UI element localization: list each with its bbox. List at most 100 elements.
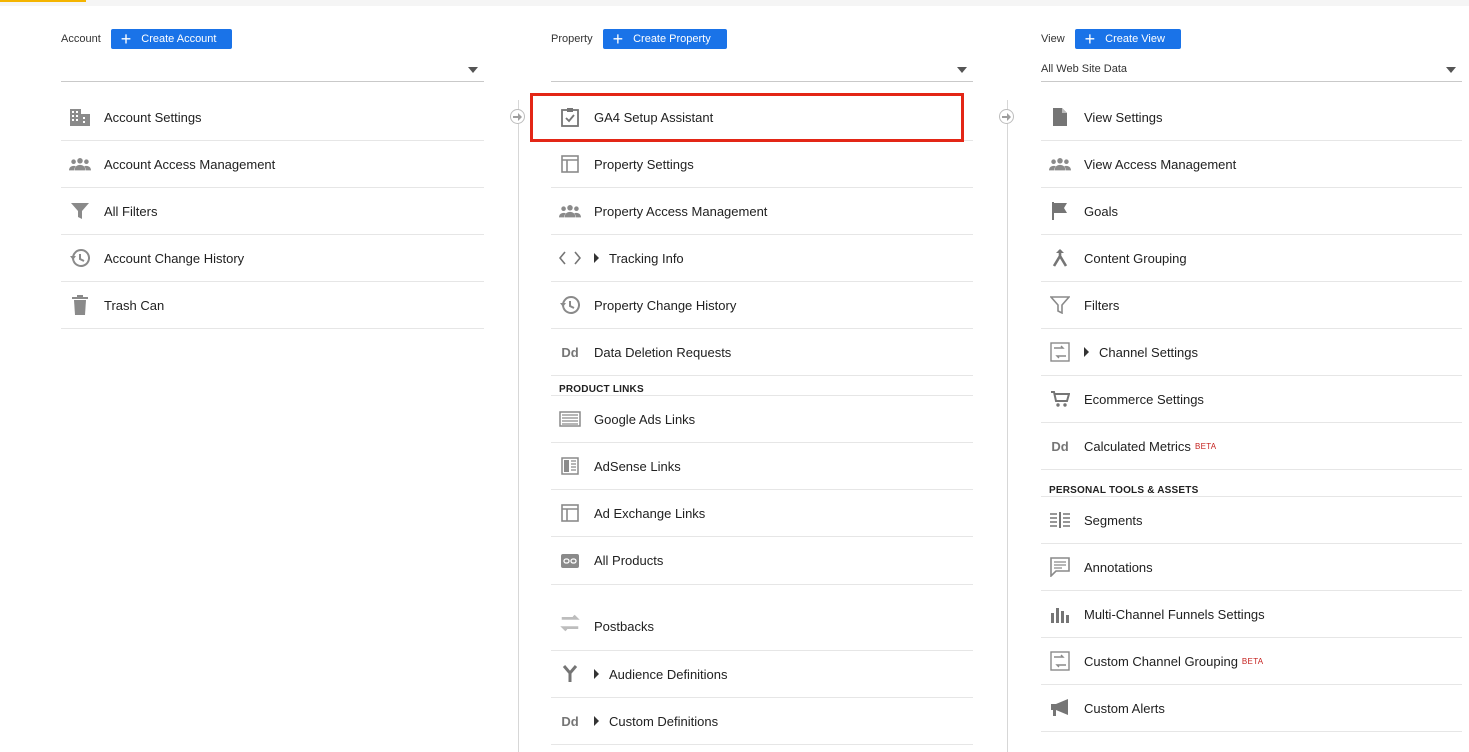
menu-item-custom-definitions[interactable]: Dd Custom Definitions [551, 698, 973, 745]
account-label: Account [61, 33, 101, 45]
menu-item-all-filters[interactable]: All Filters [61, 188, 484, 235]
cart-icon [1049, 388, 1071, 410]
expand-triangle-icon[interactable] [1084, 347, 1089, 357]
menu-item-label: View Access Management [1084, 156, 1237, 172]
menu-item-ecommerce-settings[interactable]: Ecommerce Settings [1041, 376, 1462, 423]
plus-icon: + [612, 29, 624, 49]
channel-icon [1049, 650, 1071, 672]
menu-item-filters[interactable]: Filters [1041, 282, 1462, 329]
menu-item-view-access-management[interactable]: View Access Management [1041, 141, 1462, 188]
history-icon [559, 294, 581, 316]
menu-item-label: Custom Alerts [1084, 700, 1165, 716]
view-column: View + Create View All Web Site Data Vie… [1041, 0, 1462, 752]
history-icon [69, 247, 91, 269]
menu-item-account-change-history[interactable]: Account Change History [61, 235, 484, 282]
menu-item-calculated-metrics[interactable]: Dd Calculated Metrics BETA [1041, 423, 1462, 470]
beta-badge: BETA [1194, 441, 1217, 451]
fork-icon [559, 663, 581, 685]
merge-icon [1049, 247, 1071, 269]
menu-item-label: Ecommerce Settings [1084, 391, 1204, 407]
menu-item-label: Postbacks [594, 619, 654, 634]
bars-icon [1049, 603, 1071, 625]
menu-item-google-ads-links[interactable]: Google Ads Links [551, 396, 973, 443]
menu-item-all-products[interactable]: All Products [551, 537, 973, 585]
menu-item-property-change-history[interactable]: Property Change History [551, 282, 973, 329]
menu-item-label: Channel Settings [1099, 344, 1199, 360]
create-view-button[interactable]: + Create View [1074, 29, 1181, 49]
plus-icon: + [1084, 29, 1096, 49]
expand-triangle-icon[interactable] [594, 716, 599, 726]
document-icon [1049, 106, 1071, 128]
view-header: View + Create View [1041, 29, 1181, 49]
column-divider [518, 100, 519, 752]
create-property-button[interactable]: + Create Property [602, 29, 727, 49]
menu-item-label: Data Deletion Requests [594, 344, 732, 360]
menu-item-label: Segments [1084, 512, 1143, 528]
megaphone-icon [1049, 697, 1071, 719]
menu-item-annotations[interactable]: Annotations [1041, 544, 1462, 591]
comment-icon [1049, 556, 1071, 578]
menu-item-label: Filters [1084, 297, 1120, 313]
dd-icon: Dd [1051, 438, 1069, 454]
menu-item-account-settings[interactable]: Account Settings [61, 94, 484, 141]
menu-item-tracking-info[interactable]: Tracking Info [551, 235, 973, 282]
menu-item-label: Audience Definitions [609, 666, 728, 682]
menu-item-goals[interactable]: Goals [1041, 188, 1462, 235]
create-account-button[interactable]: + Create Account [110, 29, 233, 49]
menu-item-label: Property Settings [594, 156, 694, 172]
menu-item-adsense-links[interactable]: AdSense Links [551, 443, 973, 490]
menu-item-label: Tracking Info [609, 250, 684, 266]
menu-item-data-deletion-requests[interactable]: Dd Data Deletion Requests [551, 329, 973, 376]
people-icon [1049, 153, 1071, 175]
view-selector-value: All Web Site Data [1041, 63, 1128, 75]
arrow-right-icon [999, 109, 1014, 124]
menu-item-ad-exchange-links[interactable]: Ad Exchange Links [551, 490, 973, 537]
menu-item-audience-definitions[interactable]: Audience Definitions [551, 651, 973, 698]
code-icon [559, 247, 581, 269]
menu-item-label: AdSense Links [594, 458, 681, 474]
view-menu: View Settings View Access Management Goa… [1041, 94, 1462, 732]
property-column: Property + Create Property GA4 Setup Ass… [551, 0, 973, 752]
menu-item-label: Content Grouping [1084, 250, 1187, 266]
menu-item-label: Calculated Metrics [1084, 438, 1191, 454]
create-property-label: Create Property [633, 33, 711, 45]
menu-item-label: Property Change History [594, 297, 737, 313]
menu-item-content-grouping[interactable]: Content Grouping [1041, 235, 1462, 282]
beta-badge: BETA [1241, 656, 1264, 666]
channel-icon [1049, 341, 1071, 363]
property-label: Property [551, 33, 593, 45]
menu-item-label: Annotations [1084, 559, 1153, 575]
people-icon [69, 153, 91, 175]
menu-item-property-access-management[interactable]: Property Access Management [551, 188, 973, 235]
menu-item-label: All Filters [104, 203, 158, 219]
swap-icon [559, 612, 581, 634]
trash-icon [69, 294, 91, 316]
view-selector[interactable]: All Web Site Data [1041, 60, 1462, 82]
menu-item-trash-can[interactable]: Trash Can [61, 282, 484, 329]
menu-item-multi-channel-funnels-settings[interactable]: Multi-Channel Funnels Settings [1041, 591, 1462, 638]
menu-item-label: Account Settings [104, 109, 202, 125]
menu-item-segments[interactable]: Segments [1041, 497, 1462, 544]
menu-item-custom-channel-grouping[interactable]: Custom Channel Grouping BETA [1041, 638, 1462, 685]
menu-item-channel-settings[interactable]: Channel Settings [1041, 329, 1462, 376]
menu-item-account-access-management[interactable]: Account Access Management [61, 141, 484, 188]
expand-triangle-icon[interactable] [594, 253, 599, 263]
account-selector[interactable] [61, 60, 484, 82]
menu-item-view-settings[interactable]: View Settings [1041, 94, 1462, 141]
menu-item-ga4-setup-assistant[interactable]: GA4 Setup Assistant [551, 94, 973, 141]
menu-item-label: View Settings [1084, 109, 1163, 125]
menu-item-label: Property Access Management [594, 203, 768, 219]
menu-item-label: Google Ads Links [594, 411, 696, 427]
menu-item-property-settings[interactable]: Property Settings [551, 141, 973, 188]
menu-item-postbacks[interactable]: Postbacks [551, 585, 973, 651]
building-icon [69, 106, 91, 128]
menu-item-label: Account Change History [104, 250, 245, 266]
property-header: Property + Create Property [551, 29, 727, 49]
property-menu: GA4 Setup Assistant Property Settings Pr… [551, 94, 973, 745]
property-selector[interactable] [551, 60, 973, 82]
menu-item-label: Multi-Channel Funnels Settings [1084, 606, 1265, 622]
column-divider [1007, 100, 1008, 752]
expand-triangle-icon[interactable] [594, 669, 599, 679]
menu-item-custom-alerts[interactable]: Custom Alerts [1041, 685, 1462, 732]
adsense-icon [559, 455, 581, 477]
